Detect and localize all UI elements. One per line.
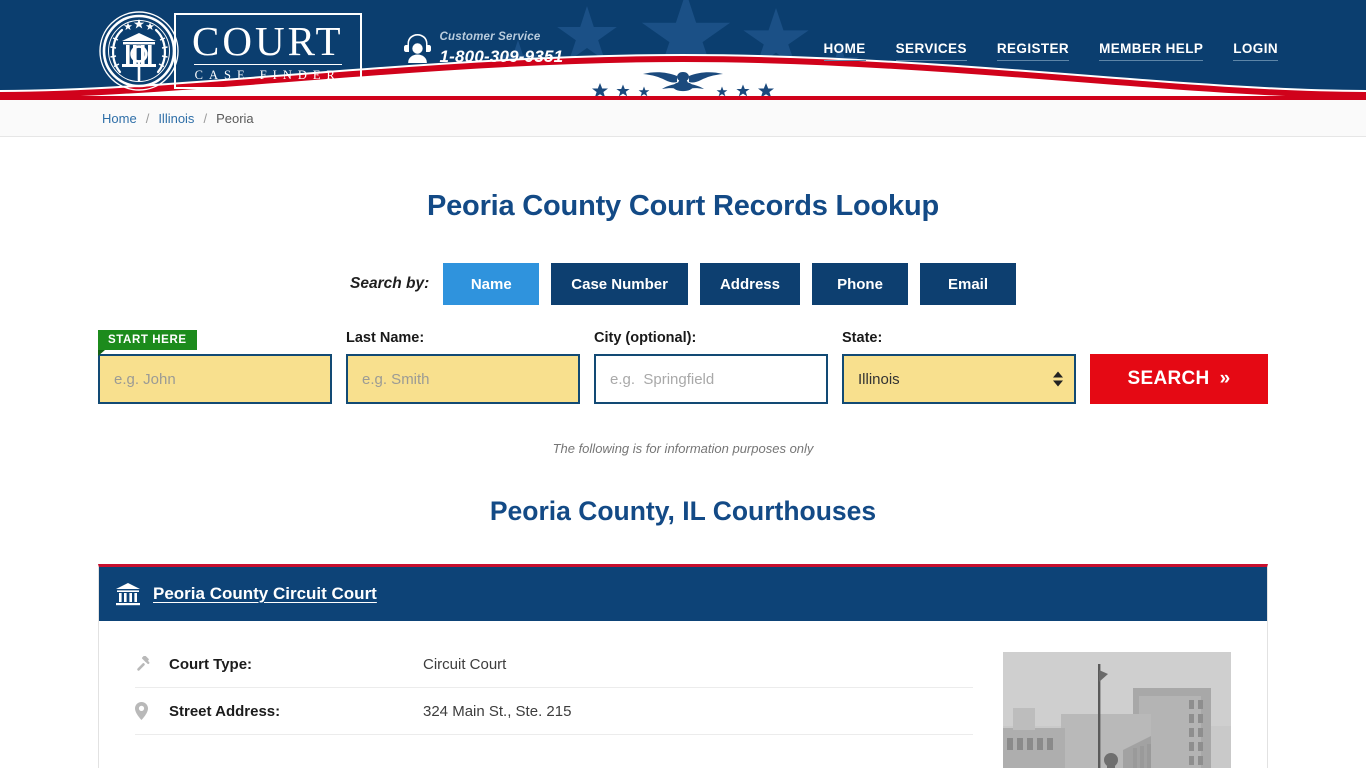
court-card: Peoria County Circuit Court Court Type: … [98, 564, 1268, 768]
search-by-label: Search by: [350, 275, 430, 292]
city-field-group: City (optional): [594, 330, 828, 404]
breadcrumb: Home / Illinois / Peoria [0, 100, 1366, 137]
gavel-icon [135, 655, 169, 673]
last-name-label: Last Name: [346, 330, 425, 346]
start-here-badge: START HERE [98, 330, 197, 356]
courthouse-photo [1003, 652, 1231, 768]
double-chevron-right-icon: » [1219, 368, 1231, 389]
breadcrumb-peoria: Peoria [216, 110, 254, 126]
tab-phone[interactable]: Phone [812, 263, 908, 305]
search-button-label: SEARCH [1127, 368, 1210, 389]
search-button[interactable]: SEARCH » [1090, 354, 1268, 404]
city-label: City (optional): [594, 330, 697, 346]
detail-key: Court Type: [169, 655, 253, 673]
tab-email[interactable]: Email [920, 263, 1016, 305]
header-red-rule [0, 96, 1366, 100]
disclaimer-text: The following is for information purpose… [552, 441, 814, 456]
court-card-body: Court Type: Circuit Court Street Address… [99, 621, 1267, 768]
eagle-emblem [592, 72, 774, 98]
state-select[interactable]: Illinois [842, 354, 1076, 404]
breadcrumb-separator: / [145, 110, 150, 126]
detail-key: Street Address: [169, 702, 281, 720]
court-name-link[interactable]: Peoria County Circuit Court [153, 584, 377, 604]
tab-name[interactable]: Name [443, 263, 540, 305]
detail-value: Circuit Court [423, 655, 507, 673]
tab-case-number[interactable]: Case Number [551, 263, 688, 305]
table-row: Street Address: 324 Main St., Ste. 215 [135, 688, 973, 735]
city-input[interactable] [594, 354, 828, 404]
search-type-tabs: Search by: Name Case Number Address Phon… [0, 263, 1366, 305]
bank-columns-icon [115, 582, 141, 606]
tab-address[interactable]: Address [699, 263, 800, 305]
last-name-input[interactable] [346, 354, 580, 404]
courthouses-section-title: Peoria County, IL Courthouses [489, 496, 877, 526]
breadcrumb-home[interactable]: Home [102, 111, 137, 126]
map-pin-icon [135, 702, 169, 720]
customer-service-label: Customer Service [439, 31, 541, 43]
court-detail-list: Court Type: Circuit Court Street Address… [135, 641, 973, 768]
first-name-input[interactable] [98, 354, 332, 404]
table-row: Court Type: Circuit Court [135, 641, 973, 688]
detail-value: 324 Main St., Ste. 215 [423, 702, 572, 720]
last-name-field-group: Last Name: [346, 330, 580, 404]
search-form: START HERE First Name: Last Name: City (… [0, 330, 1366, 404]
table-row [135, 735, 973, 768]
breadcrumb-illinois[interactable]: Illinois [158, 111, 194, 126]
breadcrumb-separator: / [203, 110, 208, 126]
state-label: State: [842, 330, 883, 346]
page-title: Peoria County Court Records Lookup [426, 190, 939, 222]
court-card-header: Peoria County Circuit Court [99, 567, 1267, 621]
site-header: COURT CASE FINDER Customer Service 1-800… [0, 0, 1366, 100]
state-field-group: State: Illinois [842, 330, 1076, 404]
